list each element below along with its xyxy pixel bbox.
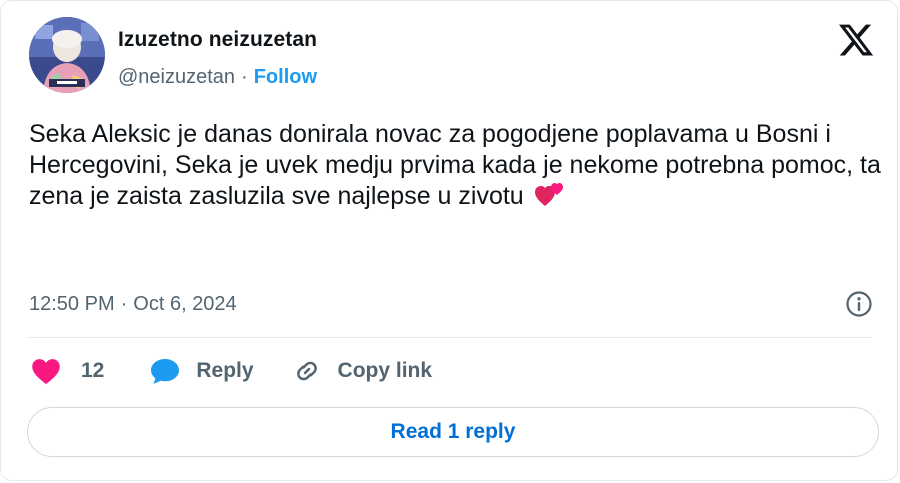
tweet-card: Izuzetno neizuzetan @neizuzetan · Follow… [0,0,898,481]
separator-dot: · [120,293,128,315]
copy-link-label: Copy link [337,359,433,382]
avatar-image [29,17,105,93]
separator-dot: · [241,66,248,88]
action-bar: 12 Reply Copy link [31,357,432,385]
avatar[interactable] [29,17,105,93]
info-icon[interactable] [845,290,873,318]
two-hearts-icon [534,180,565,216]
reply-button[interactable]: Reply [150,357,254,385]
follow-button[interactable]: Follow [254,66,317,89]
display-name[interactable]: Izuzetno neizuzetan [118,28,317,52]
handle-row: @neizuzetan · Follow [118,66,317,89]
read-replies-button[interactable]: Read 1 reply [27,407,879,457]
divider [27,337,871,338]
copy-link-button[interactable]: Copy link [292,357,433,385]
tweet-text: Seka Aleksic je danas donirala novac za … [29,119,889,216]
like-count: 12 [81,359,105,382]
x-logo-icon[interactable] [837,21,875,59]
link-icon [292,357,322,385]
like-button[interactable]: 12 [31,357,104,385]
handle[interactable]: @neizuzetan [118,66,235,89]
tweet-date: Oct 6, 2024 [133,293,237,315]
speech-bubble-icon [150,357,180,385]
heart-icon [31,357,61,385]
tweet-time: 12:50 PM [29,293,115,315]
timestamp[interactable]: 12:50 PM · Oct 6, 2024 [29,293,237,316]
tweet-body: Seka Aleksic je danas donirala novac za … [29,120,881,210]
reply-label: Reply [196,359,254,382]
